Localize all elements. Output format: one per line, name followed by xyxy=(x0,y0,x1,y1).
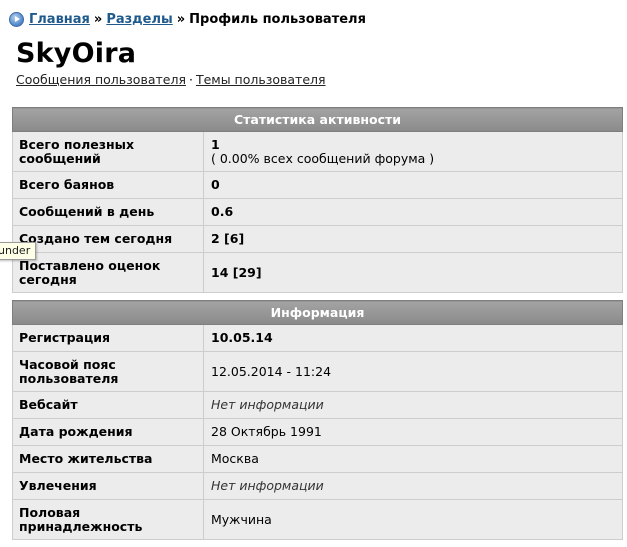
table-row: Сообщений в день 0.6 xyxy=(12,198,623,226)
row-label: Место жительства xyxy=(12,445,204,473)
table-row: Всего полезных сообщений 1 ( 0.00% всех … xyxy=(12,131,623,172)
breadcrumb-sections-link[interactable]: Разделы xyxy=(106,12,172,27)
row-value: 2 [6] xyxy=(203,225,623,253)
row-value: Нет информации xyxy=(203,472,623,500)
total-useful-value: 1 xyxy=(211,136,220,152)
table-row: Поставлено оценок сегодня 14 [29] xyxy=(12,252,623,293)
row-value: 28 Октябрь 1991 xyxy=(203,418,623,446)
row-label: Часовой пояс пользователя xyxy=(12,351,204,392)
row-label: Создано тем сегодня xyxy=(12,225,204,253)
table-row: Часовой пояс пользователя 12.05.2014 - 1… xyxy=(12,351,623,392)
row-value: 0 xyxy=(203,171,623,199)
row-label: Всего баянов xyxy=(12,171,204,199)
row-value: Нет информации xyxy=(203,391,623,419)
breadcrumb-separator: » xyxy=(93,11,103,27)
row-label: Сообщений в день xyxy=(12,198,204,226)
table-row: Дата рождения 28 Октябрь 1991 xyxy=(12,418,623,446)
table-row: Вебсайт Нет информации xyxy=(12,391,623,419)
breadcrumb-home-link[interactable]: Главная xyxy=(29,12,90,27)
user-messages-link[interactable]: Сообщения пользователя xyxy=(16,72,186,87)
row-label: Регистрация xyxy=(12,324,204,352)
table-row: Место жительства Москва xyxy=(12,445,623,473)
row-value: 12.05.2014 - 11:24 xyxy=(203,351,623,392)
tooltip: under xyxy=(0,242,37,260)
forum-share-note: ( 0.00% всех сообщений форума ) xyxy=(211,150,435,166)
user-links: Сообщения пользователя · Темы пользователя xyxy=(16,72,326,87)
table-row: Создано тем сегодня 2 [6] xyxy=(12,225,623,253)
info-table: Информация Регистрация 10.05.14 Часовой … xyxy=(12,300,623,540)
table-row: Регистрация 10.05.14 xyxy=(12,324,623,352)
info-header: Информация xyxy=(12,300,623,325)
user-topics-link[interactable]: Темы пользователя xyxy=(196,72,326,87)
row-value: Мужчина xyxy=(203,499,623,540)
row-value: 0.6 xyxy=(203,198,623,226)
row-label: Всего полезных сообщений xyxy=(12,131,204,172)
breadcrumb-current: Профиль пользователя xyxy=(189,11,366,27)
activity-stats-table: Статистика активности Всего полезных соо… xyxy=(12,107,623,293)
row-value: Москва xyxy=(203,445,623,473)
table-row: Всего баянов 0 xyxy=(12,171,623,199)
breadcrumb: Главная » Разделы » Профиль пользователя xyxy=(9,10,366,28)
row-label: Дата рождения xyxy=(12,418,204,446)
row-value: 1 ( 0.00% всех сообщений форума ) xyxy=(203,131,623,172)
table-row: Половая принадлежность Мужчина xyxy=(12,499,623,540)
row-label: Поставлено оценок сегодня xyxy=(12,252,204,293)
row-label: Вебсайт xyxy=(12,391,204,419)
activity-stats-header: Статистика активности xyxy=(12,107,623,132)
link-separator: · xyxy=(188,72,193,87)
play-arrow-icon xyxy=(9,11,24,27)
breadcrumb-separator: » xyxy=(176,11,186,27)
table-row: Увлечения Нет информации xyxy=(12,472,623,500)
row-label: Половая принадлежность xyxy=(12,499,204,540)
page-title: SkyOira xyxy=(16,38,137,69)
row-value: 10.05.14 xyxy=(203,324,623,352)
row-label: Увлечения xyxy=(12,472,204,500)
row-value: 14 [29] xyxy=(203,252,623,293)
